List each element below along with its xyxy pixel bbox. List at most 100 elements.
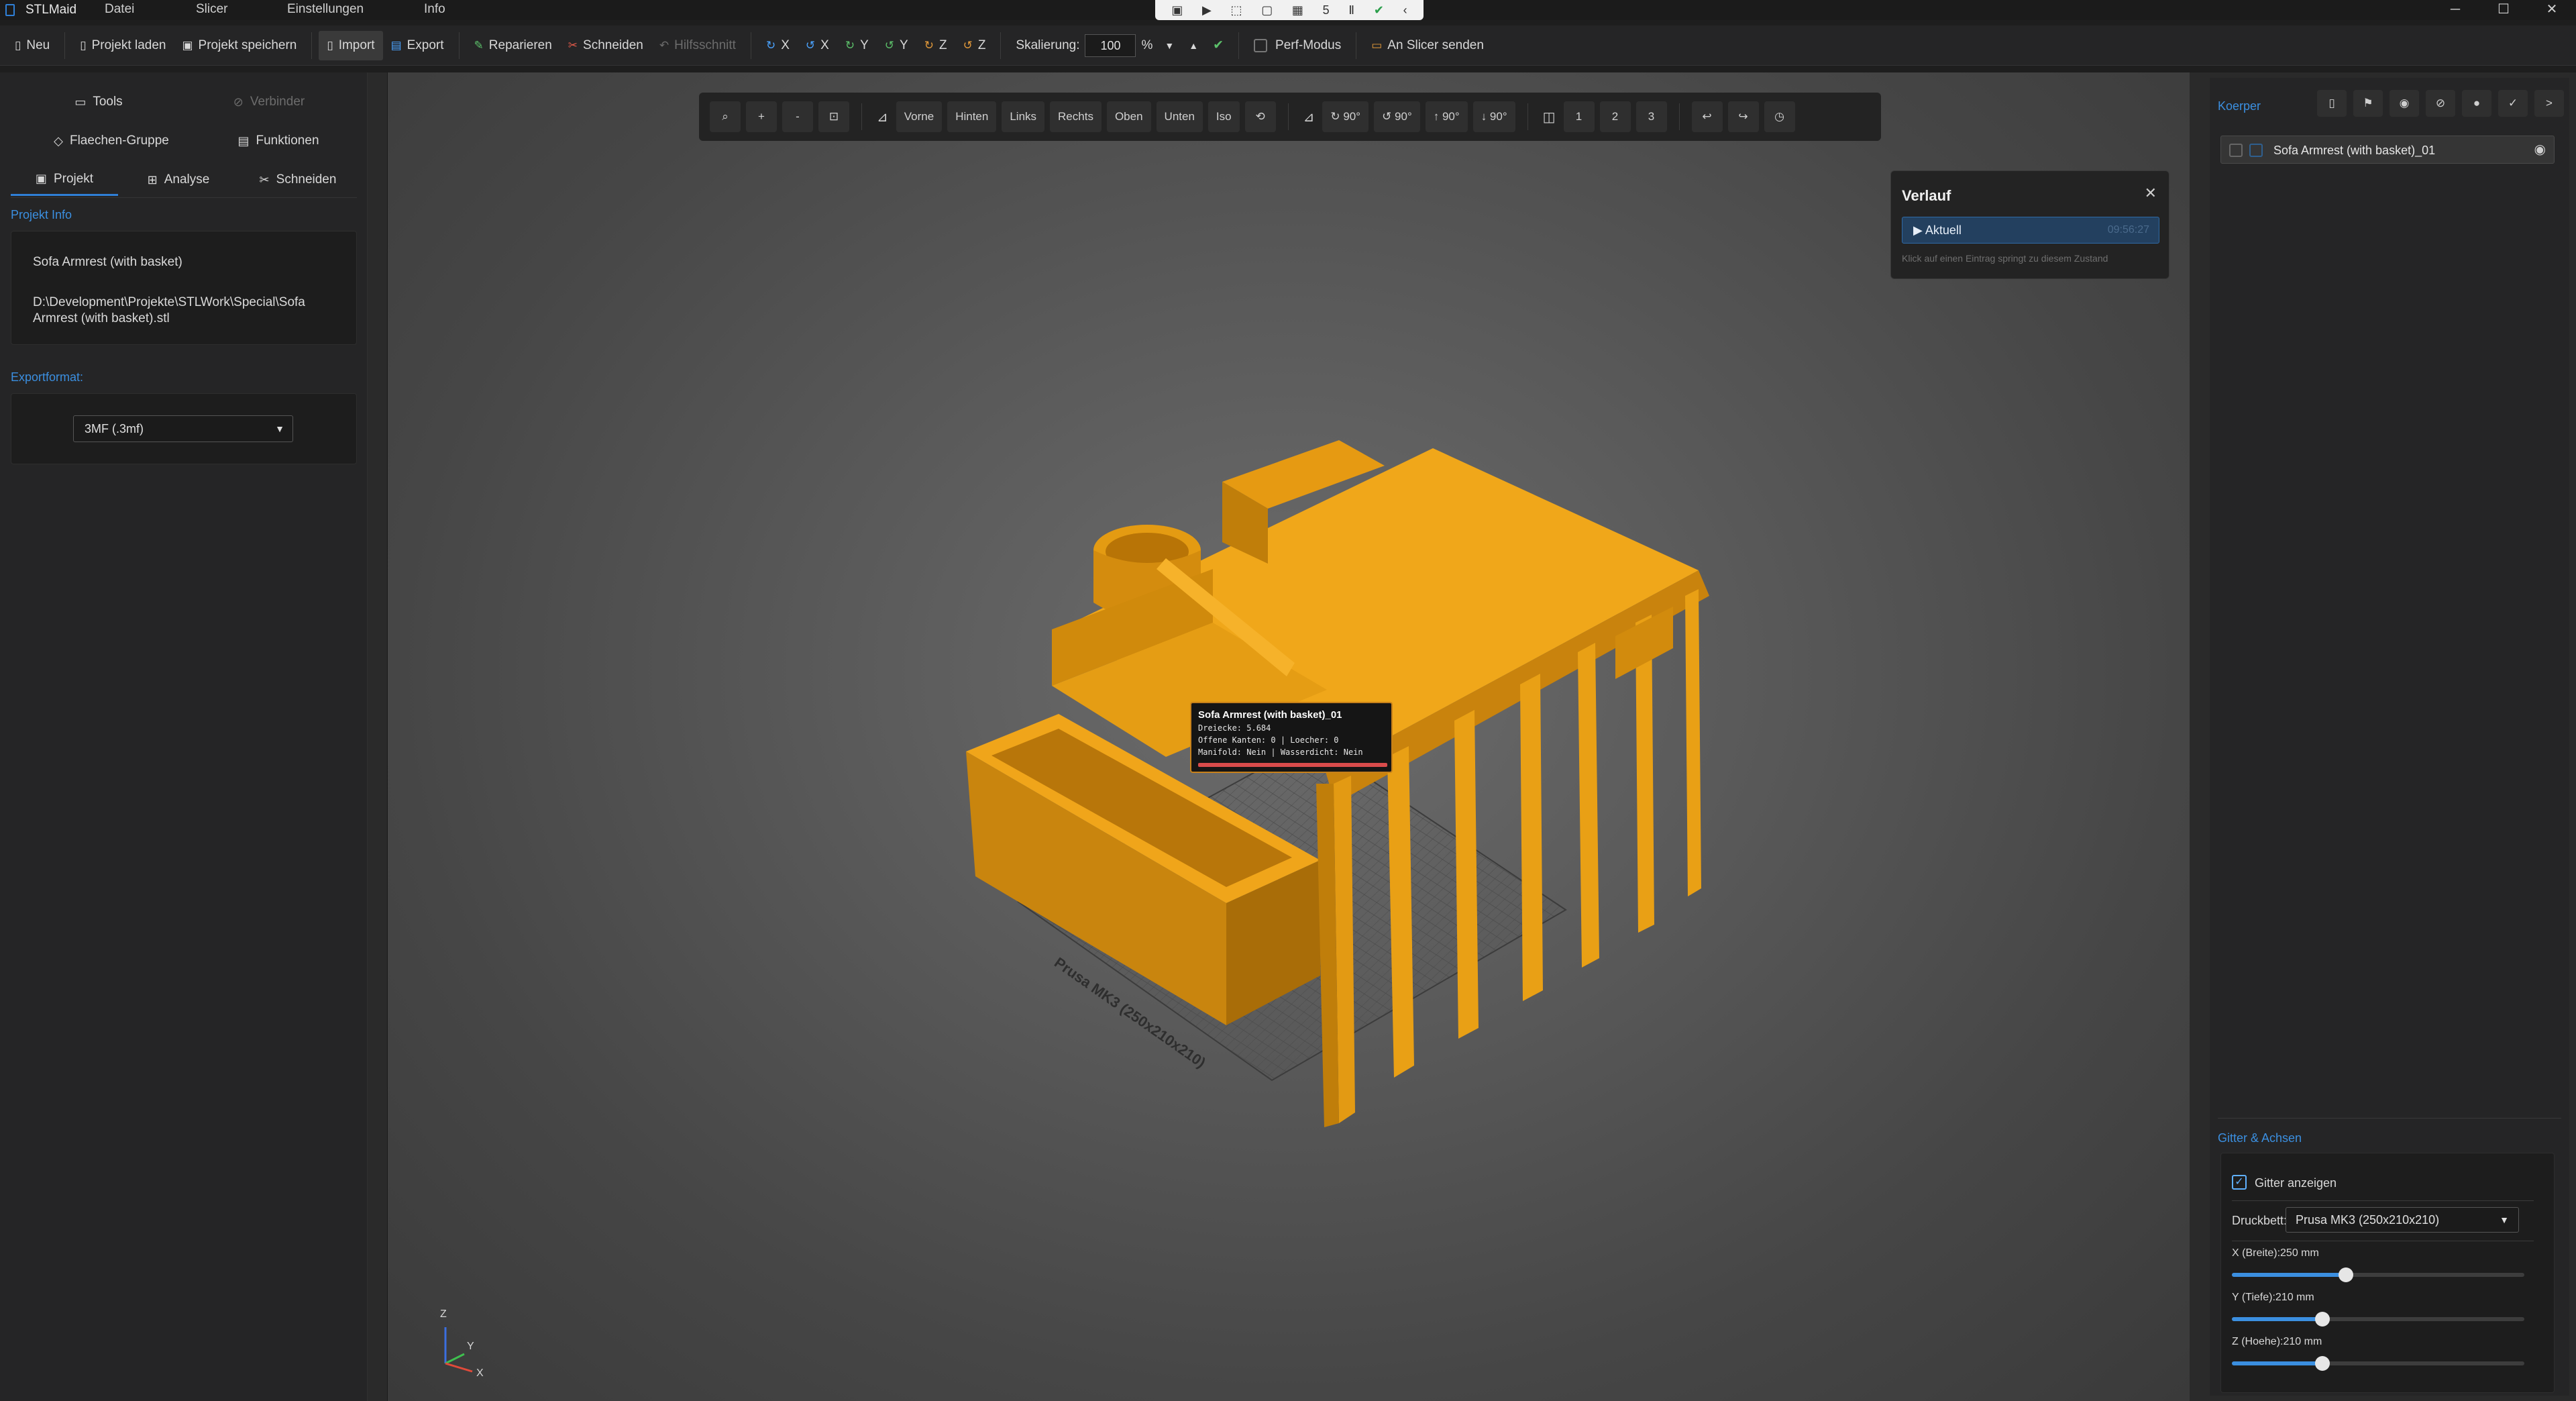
export-icon: ▤	[390, 38, 402, 52]
collapse-icon[interactable]: ‹	[1403, 3, 1407, 17]
dot-icon: ●	[2473, 97, 2481, 109]
close-window-icon[interactable]: ✕	[2528, 0, 2576, 20]
rotate-y-ccw-button[interactable]: ↻ Y	[837, 31, 877, 60]
maximize-icon[interactable]: ☐	[2479, 0, 2528, 20]
tab-tools[interactable]: ▭ Tools	[11, 86, 186, 118]
tab-tools-label: Tools	[93, 95, 123, 109]
history-entry[interactable]: ▶ Aktuell 09:56:27	[1902, 217, 2159, 244]
screenshot-icon[interactable]: ▣	[1171, 3, 1183, 17]
play-icon: ▶	[1913, 223, 1925, 237]
window-icon[interactable]: ▢	[1261, 3, 1273, 17]
rotate-z-cw-button[interactable]: ↺ Z	[955, 31, 994, 60]
z-height-slider-fill	[2232, 1361, 2323, 1365]
menu-slicer[interactable]: Slicer	[196, 2, 228, 17]
repair-button[interactable]: ✎ Reparieren	[466, 31, 560, 60]
export-button[interactable]: ▤ Export	[383, 31, 452, 60]
import-button[interactable]: ▯ Import	[319, 30, 383, 60]
body-check-button[interactable]: ✓	[2498, 90, 2528, 117]
eye-icon: ◉	[2399, 97, 2410, 109]
body-hide-button[interactable]: ⊘	[2426, 90, 2455, 117]
load-project-button[interactable]: ▯ Projekt laden	[72, 31, 174, 60]
link-icon: ⊘	[233, 95, 244, 109]
minimize-icon[interactable]: ─	[2431, 0, 2479, 20]
body-list-item[interactable]: Sofa Armrest (with basket)_01 ◉	[2220, 136, 2555, 164]
save-icon: ▣	[182, 38, 193, 52]
z-height-slider[interactable]	[2232, 1356, 2524, 1371]
app-name: STLMaid	[25, 3, 77, 17]
z-height-slider-knob[interactable]	[2315, 1356, 2330, 1371]
rotate-x-cw-button[interactable]: ↺ X	[798, 31, 837, 60]
send-to-slicer-label: An Slicer senden	[1387, 38, 1484, 52]
project-info-label: Projekt Info	[11, 208, 72, 221]
body-new-button[interactable]: ▯	[2317, 90, 2347, 117]
axes-gizmo: Z Y X	[435, 1307, 495, 1381]
send-to-slicer-button[interactable]: ▭ An Slicer senden	[1363, 31, 1492, 60]
model-leg	[1387, 746, 1414, 1078]
chevron-down-icon: ▼	[2500, 1214, 2509, 1225]
tooltip-status-bar	[1198, 763, 1387, 767]
y-depth-slider[interactable]	[2232, 1312, 2524, 1327]
close-icon[interactable]: ✕	[2145, 185, 2157, 202]
helper-cut-icon: ↶	[659, 38, 669, 52]
scale-down-icon[interactable]: ▼	[1165, 40, 1174, 51]
scale-up-icon[interactable]: ▲	[1189, 40, 1198, 51]
check-icon[interactable]: ✔	[1374, 3, 1384, 17]
body-more-button[interactable]: >	[2534, 90, 2564, 117]
axis-x-label: X	[476, 1367, 484, 1379]
print-bed-select[interactable]: Prusa MK3 (250x210x210) ▼	[2286, 1207, 2519, 1233]
cut-button[interactable]: ✂ Schneiden	[560, 31, 651, 60]
history-entry-time: 09:56:27	[2107, 224, 2149, 236]
3d-viewport[interactable]: ⌕ + - ⊡ ⊿ Vorne Hinten Links Rechts Oben…	[388, 72, 2190, 1401]
panel-splitter[interactable]	[368, 72, 388, 1401]
model-sofa-armrest[interactable]	[966, 440, 1709, 1127]
rotate-y-label: Y	[860, 38, 869, 52]
body-solo-button[interactable]: ●	[2462, 90, 2491, 117]
tab-schneiden-label: Schneiden	[276, 172, 337, 187]
x-width-slider[interactable]	[2232, 1267, 2524, 1282]
exportformat-select[interactable]: 3MF (.3mf) ▼	[73, 415, 293, 442]
tab-verbinder-label: Verbinder	[250, 95, 305, 109]
body-select-checkbox[interactable]	[2229, 144, 2243, 157]
body-flag-button[interactable]: ⚑	[2353, 90, 2383, 117]
x-width-slider-knob[interactable]	[2339, 1267, 2354, 1282]
body-color-swatch[interactable]	[2249, 144, 2263, 157]
show-grid-checkbox[interactable]: ✓	[2232, 1175, 2247, 1190]
perf-mode-checkbox[interactable]	[1254, 38, 1268, 52]
tab-projekt-label: Projekt	[53, 171, 94, 186]
menu-datei[interactable]: Datei	[105, 2, 134, 17]
project-icon: ▣	[35, 172, 47, 185]
tab-schneiden[interactable]: ✂ Schneiden	[239, 164, 357, 196]
rotate-z-ccw-button[interactable]: ↻ Z	[916, 31, 955, 60]
rotate-x-ccw-button[interactable]: ↻ X	[758, 31, 798, 60]
check-icon: ✓	[2508, 97, 2518, 109]
app-icon	[5, 4, 15, 16]
body-show-button[interactable]: ◉	[2390, 90, 2419, 117]
pause-icon[interactable]: Ⅱ	[1348, 3, 1354, 17]
import-label: Import	[338, 38, 375, 52]
perf-mode-toggle[interactable]: Perf-Modus	[1246, 31, 1349, 60]
new-button[interactable]: ▯ Neu	[7, 31, 58, 60]
scissors-icon: ✂	[259, 172, 270, 187]
menu-einstellungen[interactable]: Einstellungen	[287, 2, 364, 17]
capture-icon[interactable]: ▦	[1292, 3, 1303, 17]
y-depth-slider-knob[interactable]	[2315, 1312, 2330, 1327]
rotate-icon: ↻	[765, 38, 776, 52]
tab-flaechen-gruppe[interactable]: ◇ Flaechen-Gruppe	[11, 125, 212, 157]
helper-cut-button[interactable]: ↶ Hilfsschnitt	[651, 31, 744, 60]
menu-info[interactable]: Info	[424, 2, 445, 17]
region-icon[interactable]: ⬚	[1231, 3, 1242, 17]
apply-scale-icon[interactable]: ✔	[1213, 38, 1224, 53]
scale-input[interactable]: 100	[1085, 34, 1136, 57]
tab-analyse[interactable]: ⊞ Analyse	[125, 164, 232, 196]
save-project-button[interactable]: ▣ Projekt speichern	[174, 31, 305, 60]
tab-funktionen[interactable]: ▤ Funktionen	[201, 125, 356, 157]
tab-projekt[interactable]: ▣ Projekt	[11, 164, 118, 196]
eye-icon[interactable]: ◉	[2534, 141, 2546, 158]
rotate-x-label: X	[820, 38, 829, 52]
video-icon[interactable]: ▶	[1202, 3, 1212, 17]
tab-verbinder[interactable]: ⊘ Verbinder	[181, 86, 357, 118]
rotate-y-cw-button[interactable]: ↺ Y	[877, 31, 916, 60]
screen-recorder-bar: ▣ ▶ ⬚ ▢ ▦ 5 Ⅱ ✔ ‹	[1155, 0, 1424, 20]
left-panel: ▭ Tools ⊘ Verbinder ◇ Flaechen-Gruppe ▤ Funk…	[0, 72, 368, 1401]
history-hint: Klick auf einen Eintrag springt zu diese…	[1902, 253, 2108, 264]
